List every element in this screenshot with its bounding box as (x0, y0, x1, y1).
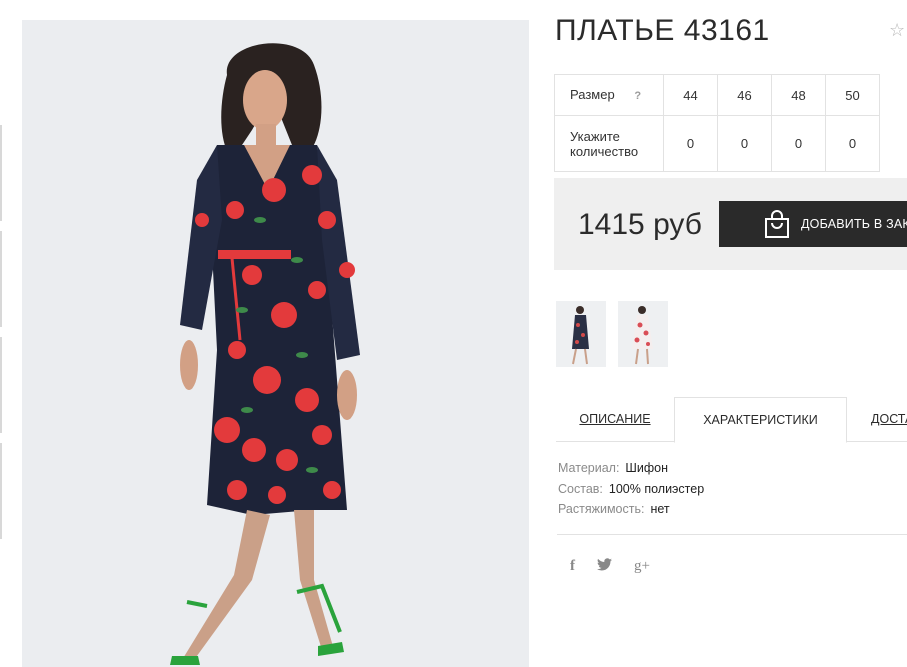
quantity-input-50[interactable]: 0 (825, 115, 880, 172)
size-label: Размер (570, 86, 615, 102)
spec-key: Растяжимость: (558, 502, 645, 516)
thumbnail-dark-dress[interactable] (556, 301, 606, 367)
spec-row-stretch: Растяжимость: нет (558, 499, 704, 520)
price-box: 1415 руб ДОБАВИТЬ В ЗАКАЗ (554, 178, 907, 270)
model-in-floral-dress-image (22, 20, 529, 667)
favorite-star-icon[interactable]: ☆ (889, 20, 905, 41)
social-share-bar: f g+ (570, 558, 672, 575)
facebook-icon[interactable]: f (570, 558, 575, 575)
size-help-icon[interactable]: ? (634, 90, 641, 102)
product-price: 1415 руб (578, 208, 702, 241)
thumbnail-light-dress[interactable] (618, 301, 668, 367)
quantity-input-46[interactable]: 0 (717, 115, 772, 172)
spec-row-composition: Состав: 100% полиэстер (558, 479, 704, 500)
google-plus-icon[interactable]: g+ (634, 558, 650, 575)
shopping-bag-icon (765, 210, 789, 238)
spec-value: Шифон (625, 461, 668, 475)
spec-value: 100% полиэстер (608, 481, 705, 496)
tab-delivery[interactable]: ДОСТАВКА (871, 397, 907, 442)
size-option-46[interactable]: 46 (717, 74, 772, 116)
size-option-48[interactable]: 48 (771, 74, 826, 116)
divider (557, 534, 907, 535)
characteristics-list: Материал: Шифон Состав: 100% полиэстер Рас… (558, 458, 704, 520)
product-title: ПЛАТЬЕ 43161 (555, 14, 770, 47)
add-to-order-button[interactable]: ДОБАВИТЬ В ЗАКАЗ (719, 201, 907, 247)
size-label-cell: Размер ? (554, 74, 664, 116)
spec-key: Материал: (558, 461, 620, 475)
tab-characteristics[interactable]: ХАРАКТЕРИСТИКИ (674, 397, 847, 443)
twitter-icon[interactable] (597, 558, 612, 575)
thumbnail-gallery (556, 301, 680, 367)
size-option-44[interactable]: 44 (663, 74, 718, 116)
left-scroll-edge (0, 125, 2, 545)
size-quantity-table: Размер ? 44 46 48 50 Укажите количество … (554, 74, 880, 172)
add-to-order-label: ДОБАВИТЬ В ЗАКАЗ (801, 217, 907, 231)
quantity-label: Укажите количество (554, 115, 664, 172)
spec-value: нет (650, 502, 670, 516)
spec-key: Состав: (558, 481, 603, 496)
tab-description[interactable]: ОПИСАНИЕ (556, 397, 674, 442)
product-tabs: ОПИСАНИЕ ХАРАКТЕРИСТИКИ ДОСТАВКА (556, 397, 907, 443)
quantity-input-48[interactable]: 0 (771, 115, 826, 172)
size-option-50[interactable]: 50 (825, 74, 880, 116)
quantity-input-44[interactable]: 0 (663, 115, 718, 172)
main-product-photo[interactable] (22, 20, 529, 667)
spec-row-material: Материал: Шифон (558, 458, 704, 479)
